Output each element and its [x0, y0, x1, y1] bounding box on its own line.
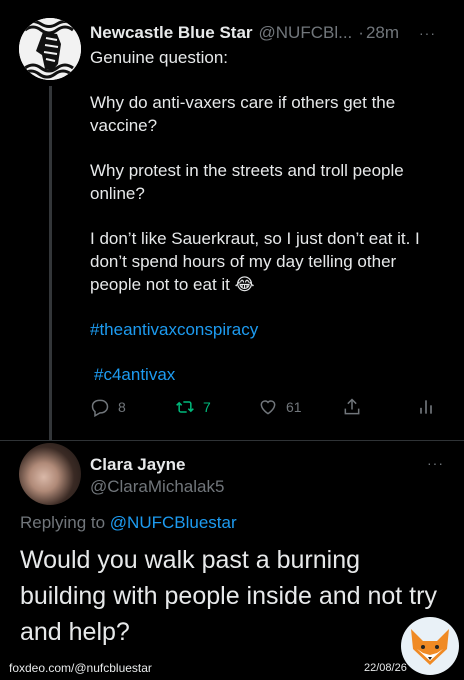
reply-icon — [91, 399, 109, 417]
tweet-text: Genuine question: Why do anti-vaxers car… — [90, 46, 450, 386]
watermark-date: 22/08/26 — [364, 662, 407, 674]
author-name[interactable]: Newcastle Blue Star — [90, 23, 253, 43]
reply-author-handle[interactable]: @ClaraMichalak5 — [90, 477, 224, 497]
tweet-divider — [0, 440, 464, 441]
thread-line — [49, 86, 52, 440]
like-count: 61 — [286, 399, 302, 415]
share-icon — [344, 398, 360, 415]
reply-text: Would you walk past a burning building w… — [20, 546, 437, 646]
heart-icon — [260, 400, 276, 415]
more-options-icon[interactable]: ··· — [427, 455, 444, 471]
fox-logo-icon — [401, 617, 459, 675]
replying-to-handle[interactable]: @NUFCBluestar — [110, 513, 237, 532]
retweet-button[interactable]: 7 — [175, 397, 211, 417]
analytics-icon — [420, 400, 432, 414]
more-options-icon[interactable]: ··· — [419, 25, 436, 41]
tweet-paragraph: Why protest in the streets and troll peo… — [90, 161, 404, 203]
tweet-time[interactable]: 28m — [366, 23, 399, 43]
avatar-zebra-icon[interactable] — [19, 18, 81, 80]
hashtag-link[interactable]: #c4antivax — [94, 363, 450, 386]
avatar[interactable] — [19, 443, 81, 505]
analytics-button[interactable] — [416, 397, 436, 417]
tweet-paragraph: Genuine question: — [90, 48, 228, 67]
replying-label: Replying to — [20, 513, 106, 532]
retweet-count: 7 — [203, 399, 211, 415]
tweet-actions: 8 7 61 — [90, 397, 440, 421]
tweet-paragraph: Why do anti-vaxers care if others get th… — [90, 93, 396, 135]
separator-dot: · — [358, 23, 364, 42]
tweet-header: Newcastle Blue Star @NUFCBl... · 28m ··· — [90, 22, 450, 44]
reply-author-name[interactable]: Clara Jayne — [90, 455, 185, 475]
hashtag-link[interactable]: #theantivaxconspiracy — [90, 318, 450, 341]
reply-count: 8 — [118, 399, 126, 415]
watermark-url: foxdeo.com/@nufcbluestar — [9, 661, 152, 675]
share-button[interactable] — [342, 397, 362, 417]
tweet-paragraph: I don’t like Sauerkraut, so I just don’t… — [90, 229, 420, 294]
replying-to: Replying to @NUFCBluestar — [20, 513, 237, 533]
author-handle[interactable]: @NUFCBl... — [259, 23, 353, 43]
like-button[interactable]: 61 — [258, 397, 302, 417]
retweet-icon — [176, 401, 194, 413]
tweet-original[interactable]: Newcastle Blue Star @NUFCBl... · 28m ···… — [0, 0, 464, 440]
reply-button[interactable]: 8 — [90, 397, 126, 417]
